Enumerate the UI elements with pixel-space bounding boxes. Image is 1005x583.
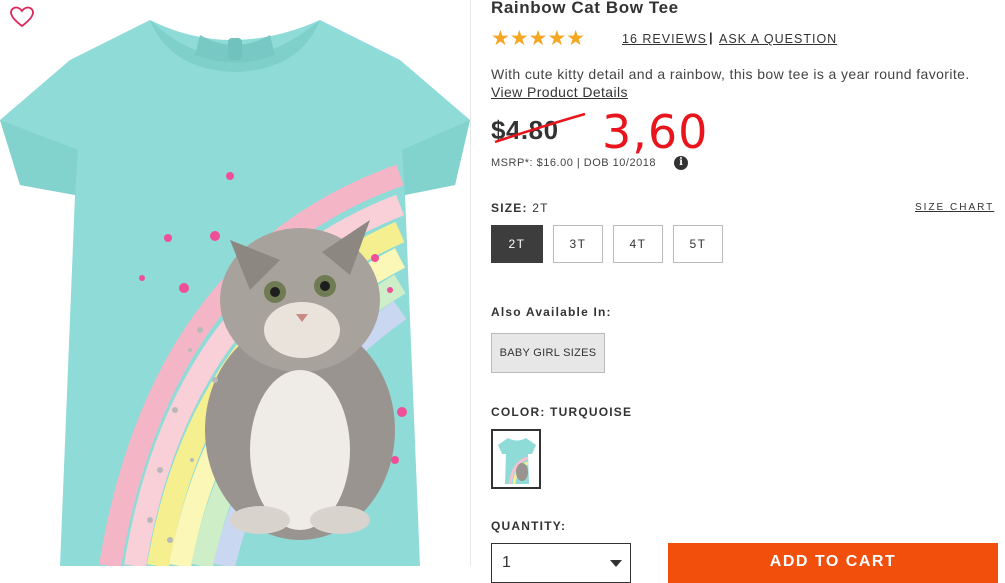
color-swatch-turquoise[interactable] — [491, 429, 541, 489]
swatch-thumbnail — [498, 438, 536, 485]
product-image[interactable] — [0, 0, 470, 566]
selected-size: 2T — [532, 201, 549, 215]
view-details-link[interactable]: View Product Details — [491, 84, 628, 100]
size-label: SIZE: 2T — [491, 201, 549, 215]
size-chart-link[interactable]: SIZE CHART — [915, 202, 994, 213]
column-divider — [470, 0, 471, 566]
size-options: 2T 3T 4T 5T — [491, 225, 723, 263]
msrp-text: MSRP*: $16.00 | DOB 10/2018 — [491, 157, 656, 169]
reviews-link[interactable]: 16 REVIEWS — [622, 32, 707, 46]
quantity-select[interactable]: 1 — [491, 543, 631, 583]
link-separator: | — [709, 30, 713, 45]
quantity-value: 1 — [502, 554, 511, 571]
ask-question-link[interactable]: ASK A QUESTION — [719, 32, 837, 46]
tshirt-illustration — [0, 20, 470, 566]
size-option-4t[interactable]: 4T — [613, 225, 663, 263]
size-option-5t[interactable]: 5T — [673, 225, 723, 263]
product-title: Rainbow Cat Bow Tee — [491, 0, 679, 17]
handwritten-price-annotation: 3,60 — [602, 105, 709, 159]
info-icon[interactable]: i — [674, 156, 688, 170]
description-text: With cute kitty detail and a rainbow, th… — [491, 66, 970, 82]
color-label: COLOR: TURQUOISE — [491, 405, 633, 419]
add-to-cart-button[interactable]: ADD TO CART — [668, 543, 998, 583]
wishlist-heart-icon[interactable] — [10, 6, 34, 28]
size-option-3t[interactable]: 3T — [553, 225, 603, 263]
baby-girl-sizes-button[interactable]: BABY GIRL SIZES — [491, 333, 605, 373]
product-description: With cute kitty detail and a rainbow, th… — [491, 65, 991, 101]
also-available-label: Also Available In: — [491, 305, 612, 319]
rating-stars-icon: ★★★★★ — [491, 27, 586, 50]
size-option-2t[interactable]: 2T — [491, 225, 543, 263]
price-strikethrough-mark — [494, 112, 586, 144]
size-label-text: SIZE: — [491, 201, 528, 215]
product-info-panel: Rainbow Cat Bow Tee ★★★★★ 16 REVIEWS | A… — [491, 0, 1001, 583]
quantity-label: QUANTITY: — [491, 519, 567, 533]
